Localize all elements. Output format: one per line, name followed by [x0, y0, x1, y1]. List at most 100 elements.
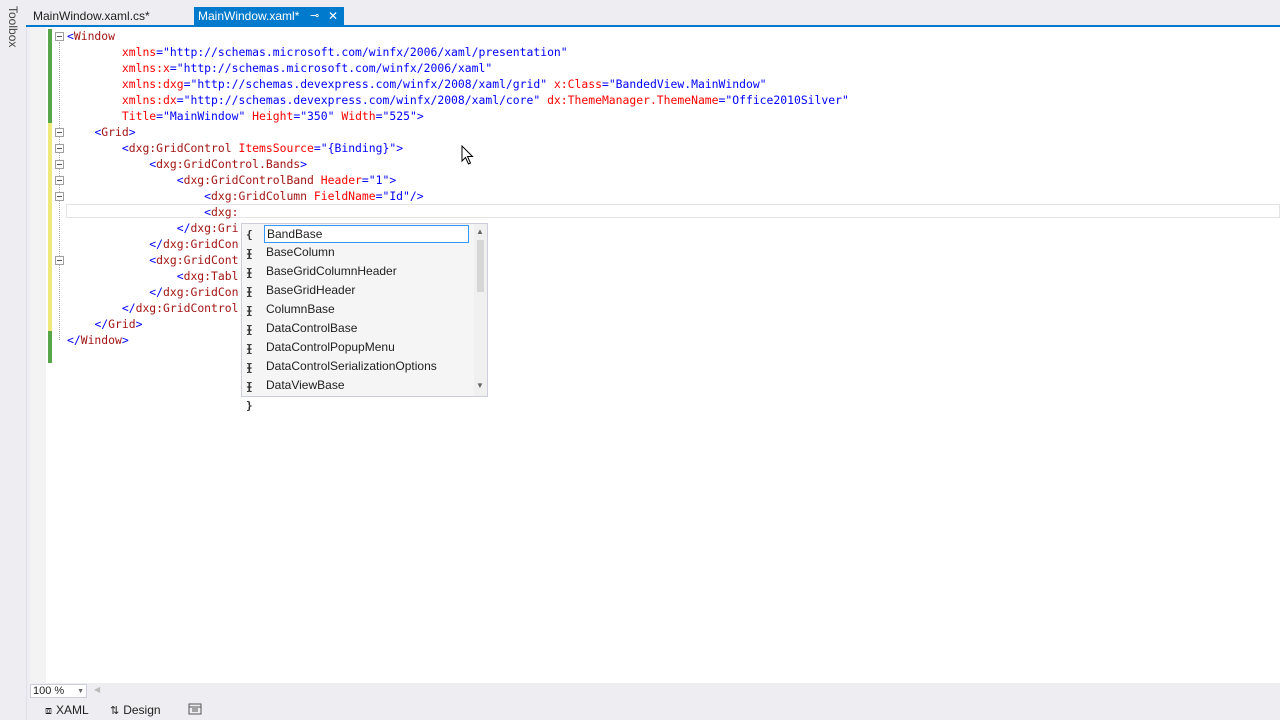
pin-icon[interactable]: ⊸	[310, 7, 319, 26]
code-line[interactable]: <dxg:GridControl ItemsSource="{Binding}"…	[67, 140, 403, 156]
completion-item-label: DataControlSerializationOptions	[266, 359, 437, 373]
code-line[interactable]: xmlns:x="http://schemas.microsoft.com/wi…	[67, 60, 492, 76]
code-token: dxg:GridControlBand	[183, 173, 314, 187]
code-line[interactable]: Title="MainWindow" Height="350" Width="5…	[67, 108, 424, 124]
code-line[interactable]: </dxg:GridControl	[67, 300, 239, 316]
collapse-icon[interactable]	[55, 192, 64, 201]
code-line[interactable]: </Grid>	[67, 316, 142, 332]
code-line[interactable]: </dxg:Gri	[67, 220, 239, 236]
code-line[interactable]: xmlns:dx="http://schemas.devexpress.com/…	[67, 92, 849, 108]
code-line[interactable]: <dxg:GridColumn FieldName="Id"/>	[67, 188, 423, 204]
scroll-thumb[interactable]	[477, 240, 484, 292]
completion-item[interactable]: { } BaseGridColumnHeader	[244, 263, 472, 298]
code-token: <	[204, 205, 212, 219]
toolbox-label[interactable]: Toolbox	[6, 6, 20, 47]
code-line[interactable]: <Grid>	[67, 124, 135, 140]
close-icon[interactable]: ✕	[328, 7, 338, 26]
code-line[interactable]: <dxg:	[67, 204, 238, 220]
code-token: xmlns	[121, 45, 157, 59]
completion-item-label: BandBase	[264, 225, 469, 243]
code-line[interactable]: <Window	[67, 28, 115, 44]
code-token: "Id"	[382, 189, 410, 203]
collapse-icon[interactable]	[55, 128, 64, 137]
completion-item[interactable]: { } DataControlPopupMenu	[244, 339, 472, 374]
code-token: "350"	[300, 109, 335, 123]
code-line[interactable]: </Window>	[67, 332, 129, 348]
code-line[interactable]: <dxg:GridControlBand Header="1">	[67, 172, 396, 188]
code-token: dxg:GridCon	[163, 237, 239, 251]
zoom-value: 100 %	[33, 685, 65, 697]
code-token: </	[176, 221, 191, 235]
editor-bottom-bar	[30, 683, 1280, 699]
code-token: Window	[80, 333, 122, 347]
view-tabs-bar	[30, 699, 1280, 720]
code-token: =	[361, 173, 369, 187]
tab-mainwindow-xaml-cs[interactable]: MainWindow.xaml.cs*	[26, 7, 194, 26]
code-token: =	[601, 77, 609, 91]
code-line[interactable]: xmlns:dxg = "http://schemas.devexpress.com…	[67, 76, 767, 92]
collapse-icon[interactable]	[55, 144, 64, 153]
swap-panes-icon: ⇅	[110, 705, 120, 717]
code-token: >	[396, 141, 404, 155]
collapse-icon[interactable]	[55, 160, 64, 169]
editor-margin	[30, 27, 46, 683]
code-token: Grid	[101, 125, 129, 139]
code-token: dxg:GridControl.Bands	[156, 157, 301, 171]
code-line[interactable]: <dxg:GridControl.Bands>	[67, 156, 307, 172]
code-line[interactable]: <dxg:Tabl	[67, 268, 239, 284]
completion-item[interactable]: { } BaseGridHeader	[244, 282, 472, 317]
code-line[interactable]: <dxg:GridCont	[67, 252, 238, 268]
scroll-left-icon[interactable]: ◀	[94, 685, 100, 694]
completion-item-label: ColumnBase	[266, 302, 335, 316]
split-view-icon[interactable]	[188, 703, 202, 715]
chevron-down-icon[interactable]: ▼	[77, 686, 84, 698]
completion-item-label: DataControlBase	[266, 321, 358, 335]
completion-item[interactable]: { } DataControlBase	[244, 320, 472, 355]
code-token: Width	[334, 109, 376, 123]
collapse-icon[interactable]	[55, 32, 64, 41]
xaml-view-tab[interactable]: ⧈ XAML	[45, 702, 89, 718]
completion-item-label: BaseGridHeader	[266, 283, 356, 297]
tab-mainwindow-xaml[interactable]: MainWindow.xaml* ⊸ ✕	[194, 7, 344, 26]
code-editor[interactable]	[30, 27, 1280, 683]
code-token: </	[67, 333, 81, 347]
code-token: FieldName	[307, 189, 376, 203]
completion-item[interactable]: { } DataControlSerializationOptions	[244, 358, 472, 393]
code-line[interactable]: </dxg:GridCon	[67, 284, 238, 300]
code-token: dxg:GridCont	[156, 253, 239, 267]
code-token: "http://schemas.microsoft.com/winfx/2006…	[163, 45, 568, 59]
code-token: "MainWindow"	[163, 109, 246, 123]
code-token: dxg:GridControl	[128, 141, 232, 155]
scroll-down-icon[interactable]: ▼	[476, 381, 484, 390]
code-token: Title	[121, 109, 157, 123]
code-line[interactable]: </dxg:GridCon	[67, 236, 238, 252]
code-token: "http://schemas.devexpress.com/winfx/200…	[190, 77, 548, 91]
tab-label: MainWindow.xaml.cs*	[33, 9, 150, 23]
code-token: dxg:Tabl	[183, 269, 239, 283]
code-token: <	[121, 141, 129, 155]
intellisense-popup[interactable]: { } BandBase{ } BaseColumn{ } BaseGridColum…	[241, 223, 488, 412]
code-token: Grid	[108, 317, 136, 331]
completion-scrollbar[interactable]: ▲ ▼	[474, 224, 487, 396]
collapse-icon[interactable]	[55, 256, 64, 265]
completion-item[interactable]: { } BaseColumn	[244, 244, 472, 279]
toolbox-strip[interactable]: Toolbox	[0, 0, 27, 720]
code-line[interactable]: xmlns="http://schemas.microsoft.com/winf…	[67, 44, 568, 60]
collapse-icon[interactable]	[55, 176, 64, 185]
scroll-up-icon[interactable]: ▲	[476, 227, 484, 236]
code-token: <	[67, 29, 74, 43]
tab-label: MainWindow.xaml*	[198, 9, 300, 23]
completion-item[interactable]: { } ColumnBase	[244, 301, 472, 336]
code-token: "BandedView.MainWindow"	[608, 77, 767, 91]
completion-item[interactable]: { } DataViewBase	[244, 377, 472, 412]
design-view-tab[interactable]: ⇅ Design	[110, 702, 161, 718]
zoom-dropdown[interactable]: 100 % ▼	[30, 684, 87, 698]
completion-item[interactable]: { } BandBase	[244, 225, 472, 260]
